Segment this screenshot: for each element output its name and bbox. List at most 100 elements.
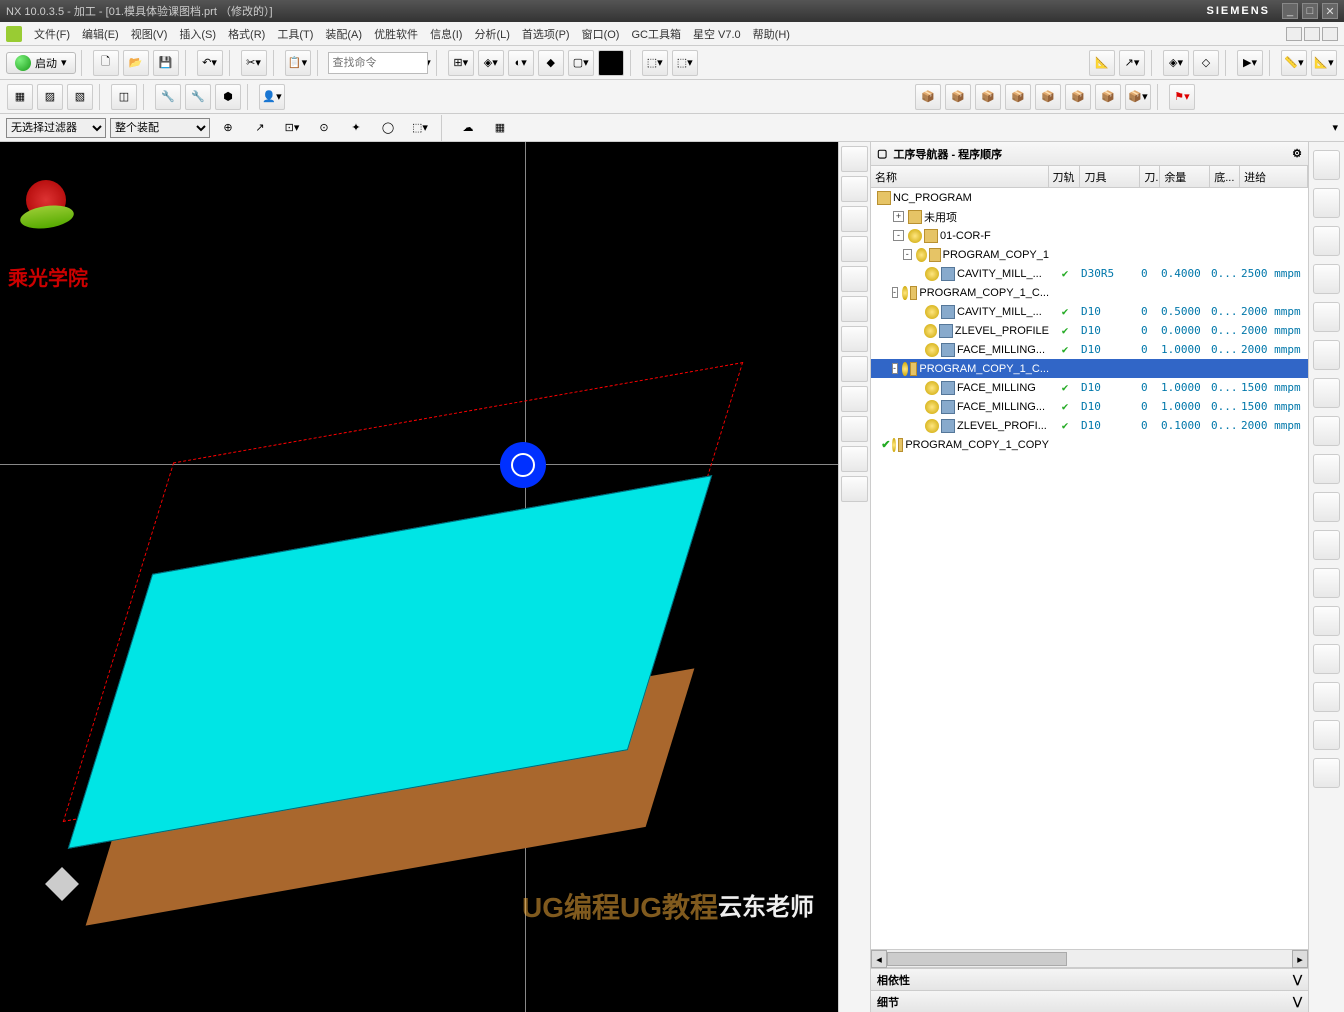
search-input[interactable] [328, 52, 428, 74]
viewport-3d[interactable]: 乘光学院 UG编程UG教程 云东老师 [0, 142, 838, 1012]
program-row[interactable]: - PROGRAM_COPY_1 [871, 245, 1308, 264]
cut-button[interactable]: ✂▾ [241, 50, 267, 76]
mfg8-button[interactable]: 📦▾ [1125, 84, 1151, 110]
mfg1-button[interactable]: 📦 [915, 84, 941, 110]
chevron-down-icon[interactable]: ▾ [1332, 121, 1338, 134]
expand-icon[interactable]: - [893, 230, 904, 241]
tool-b-button[interactable]: ◈▾ [478, 50, 504, 76]
paste-button[interactable]: 📋▾ [285, 50, 311, 76]
r7-button[interactable] [1313, 378, 1340, 408]
operation-row[interactable]: FACE_MILLING...✔D1001.00000...2000 mmpm [871, 340, 1308, 359]
menu-item[interactable]: 首选项(P) [516, 27, 576, 43]
tool-j-button[interactable]: ↗▾ [1119, 50, 1145, 76]
expand-icon[interactable]: - [903, 249, 912, 260]
vt5-button[interactable] [841, 266, 868, 292]
r8-button[interactable] [1313, 416, 1340, 446]
expand-icon[interactable]: - [892, 287, 898, 298]
operation-row[interactable]: FACE_MILLING✔D1001.00000...1500 mmpm [871, 378, 1308, 397]
col-remain[interactable]: 余量 [1160, 166, 1210, 187]
menu-item[interactable]: 星空 V7.0 [687, 27, 747, 43]
program-row[interactable]: - PROGRAM_COPY_1_C... [871, 283, 1308, 302]
scroll-right-icon[interactable]: ▸ [1292, 950, 1308, 968]
tool-o-button[interactable]: 📐▾ [1311, 50, 1337, 76]
col-track[interactable]: 刀轨 [1049, 166, 1081, 187]
r6-button[interactable] [1313, 340, 1340, 370]
f8-button[interactable]: ☁ [455, 115, 481, 141]
panel-pin-icon[interactable]: ▢ [877, 147, 887, 160]
r17-button[interactable] [1313, 758, 1340, 788]
operation-row[interactable]: FACE_MILLING...✔D1001.00000...1500 mmpm [871, 397, 1308, 416]
tool-i-button[interactable]: 📐 [1089, 50, 1115, 76]
dependencies-section[interactable]: 相依性⋁ [871, 968, 1308, 990]
vt10-button[interactable] [841, 416, 868, 442]
vt6-button[interactable] [841, 296, 868, 322]
layer1-button[interactable]: ▦ [7, 84, 33, 110]
r4-button[interactable] [1313, 264, 1340, 294]
maximize-button[interactable]: □ [1302, 3, 1318, 19]
tool-d-button[interactable]: ◆ [538, 50, 564, 76]
layer2-button[interactable]: ▨ [37, 84, 63, 110]
col-bottom[interactable]: 底... [1210, 166, 1240, 187]
tool-k-button[interactable]: ◈▾ [1163, 50, 1189, 76]
menu-item[interactable]: 窗口(O) [576, 27, 626, 43]
menu-item[interactable]: 文件(F) [28, 27, 76, 43]
view-triad[interactable] [50, 872, 90, 912]
vt7-button[interactable] [841, 326, 868, 352]
r11-button[interactable] [1313, 530, 1340, 560]
open-button[interactable]: 📂 [123, 50, 149, 76]
r16-button[interactable] [1313, 720, 1340, 750]
menu-item[interactable]: 工具(T) [271, 27, 319, 43]
vt2-button[interactable] [841, 176, 868, 202]
r9-button[interactable] [1313, 454, 1340, 484]
scroll-left-icon[interactable]: ◂ [871, 950, 887, 968]
h-scrollbar[interactable]: ◂ ▸ [871, 949, 1308, 967]
mfg2-button[interactable]: 📦 [945, 84, 971, 110]
tool-n-button[interactable]: 📏▾ [1281, 50, 1307, 76]
vt3-button[interactable] [841, 206, 868, 232]
vt4-button[interactable] [841, 236, 868, 262]
col-name[interactable]: 名称 [871, 166, 1049, 187]
r12-button[interactable] [1313, 568, 1340, 598]
r13-button[interactable] [1313, 606, 1340, 636]
expand-icon[interactable]: + [893, 211, 904, 222]
layer6-button[interactable]: 🔧 [185, 84, 211, 110]
operation-row[interactable]: ZLEVEL_PROFILE✔D1000.00000...2000 mmpm [871, 321, 1308, 340]
menu-item[interactable]: 插入(S) [173, 27, 222, 43]
menu-item[interactable]: 优胜软件 [368, 27, 424, 43]
expand-icon[interactable]: - [892, 363, 898, 374]
f4-button[interactable]: ⊙ [311, 115, 337, 141]
vt9-button[interactable] [841, 386, 868, 412]
filter1-select[interactable]: 无选择过滤器 [6, 118, 106, 138]
f5-button[interactable]: ✦ [343, 115, 369, 141]
col-tool[interactable]: 刀具 [1080, 166, 1140, 187]
menu-item[interactable]: 视图(V) [125, 27, 174, 43]
program-row[interactable]: + 未用项 [871, 207, 1308, 226]
f3-button[interactable]: ⊡▾ [279, 115, 305, 141]
mfg5-button[interactable]: 📦 [1035, 84, 1061, 110]
tool-f-button[interactable]: ■▾ [598, 50, 624, 76]
r14-button[interactable] [1313, 644, 1340, 674]
menu-item[interactable]: GC工具箱 [625, 27, 687, 43]
save-button[interactable]: 💾 [153, 50, 179, 76]
vt11-button[interactable] [841, 446, 868, 472]
program-row[interactable]: - PROGRAM_COPY_1_C... [871, 359, 1308, 378]
r1-button[interactable] [1313, 150, 1340, 180]
col-feed[interactable]: 进给 [1240, 166, 1308, 187]
layer8-button[interactable]: 👤▾ [259, 84, 285, 110]
menu-item[interactable]: 装配(A) [319, 27, 368, 43]
mfg3-button[interactable]: 📦 [975, 84, 1001, 110]
minimize-button[interactable]: _ [1282, 3, 1298, 19]
f9-button[interactable]: ▦ [487, 115, 513, 141]
col-knife[interactable]: 刀... [1140, 166, 1160, 187]
f1-button[interactable]: ⊕ [215, 115, 241, 141]
tool-h-button[interactable]: ⬚▾ [672, 50, 698, 76]
gear-icon[interactable]: ⚙ [1292, 147, 1302, 160]
tool-a-button[interactable]: ⊞▾ [448, 50, 474, 76]
operation-row[interactable]: CAVITY_MILL_...✔D1000.50000...2000 mmpm [871, 302, 1308, 321]
r10-button[interactable] [1313, 492, 1340, 522]
mdi-minimize-button[interactable] [1286, 27, 1302, 41]
flag-button[interactable]: ⚑▾ [1169, 84, 1195, 110]
operation-row[interactable]: CAVITY_MILL_...✔D30R500.40000...2500 mmp… [871, 264, 1308, 283]
tool-e-button[interactable]: ▢▾ [568, 50, 594, 76]
r5-button[interactable] [1313, 302, 1340, 332]
